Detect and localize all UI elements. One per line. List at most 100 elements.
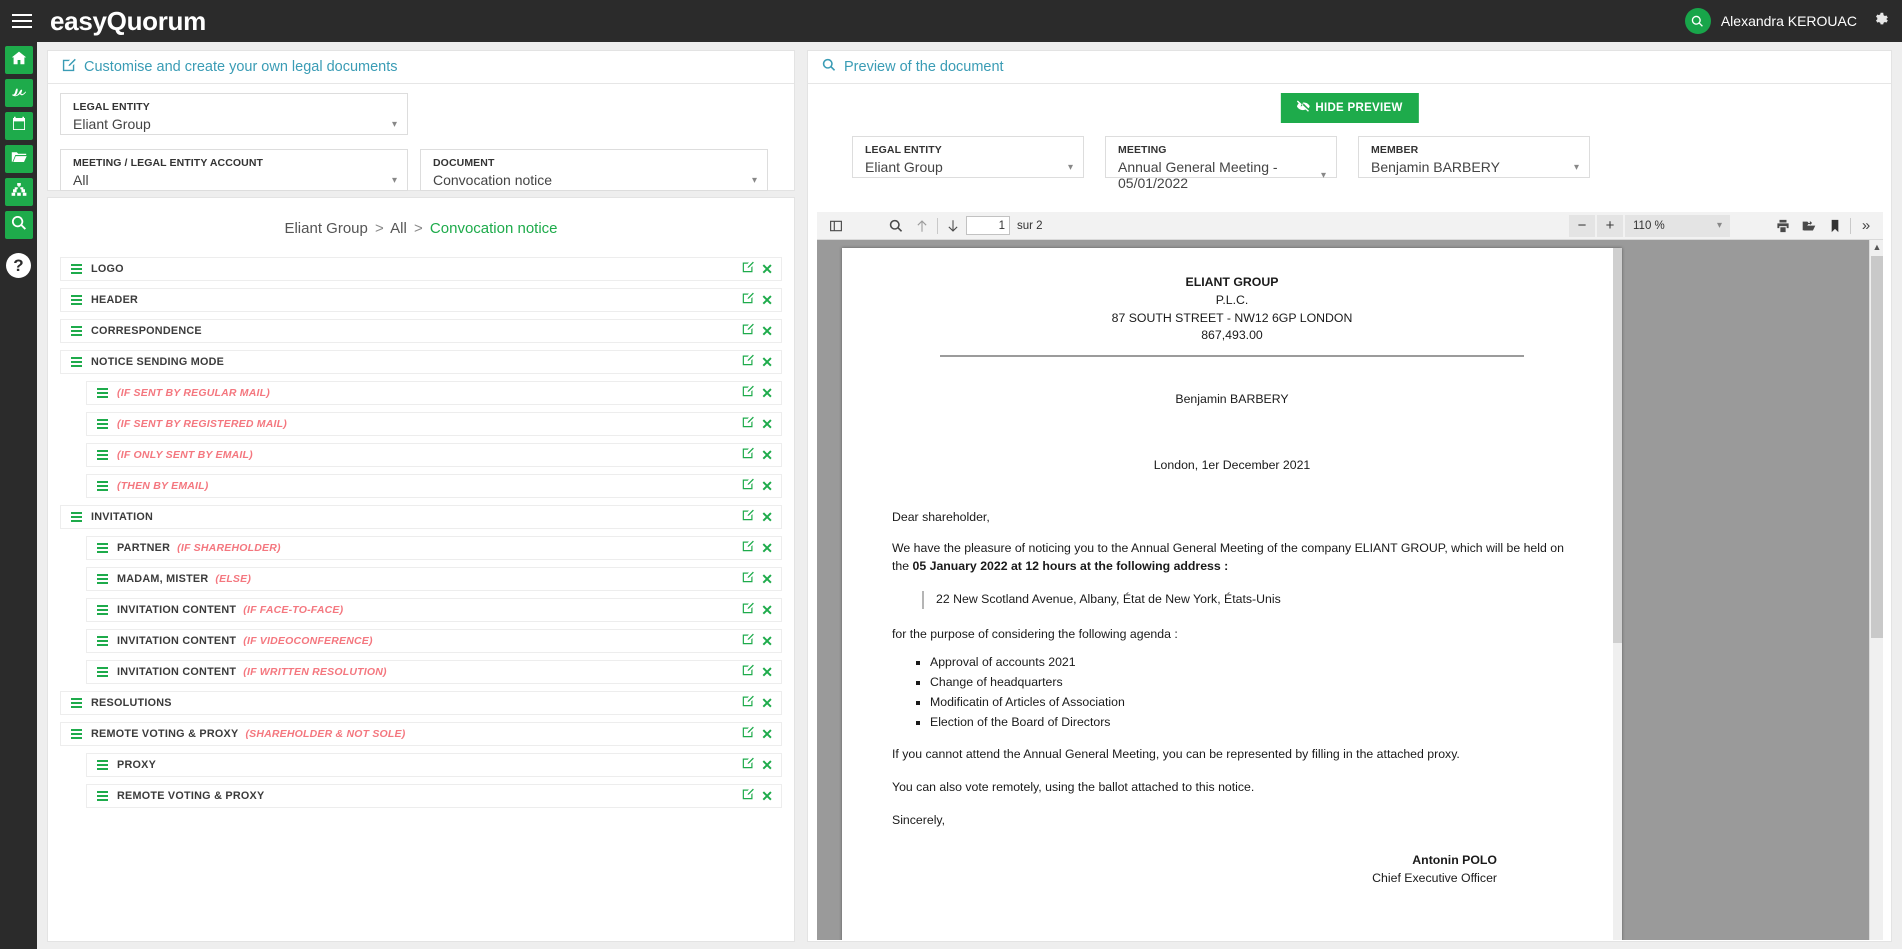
drag-handle-icon[interactable]	[97, 543, 108, 552]
drag-handle-icon[interactable]	[97, 450, 108, 459]
previous-page-icon[interactable]	[909, 214, 935, 238]
delete-icon[interactable]: ✕	[761, 572, 773, 586]
structure-row[interactable]: INVITATION CONTENT(IF VIDEOCONFERENCE)✕	[86, 629, 782, 653]
structure-row[interactable]: PROXY✕	[86, 753, 782, 777]
drag-handle-icon[interactable]	[97, 481, 108, 490]
drag-handle-icon[interactable]	[71, 295, 82, 304]
delete-icon[interactable]: ✕	[761, 262, 773, 276]
delete-icon[interactable]: ✕	[761, 293, 773, 307]
save-icon[interactable]	[1796, 214, 1822, 238]
delete-icon[interactable]: ✕	[761, 479, 773, 493]
pdf-vertical-scrollbar[interactable]: ▲	[1869, 240, 1883, 940]
edit-icon[interactable]	[742, 756, 754, 774]
document-select[interactable]: DOCUMENT Convocation notice ▾	[420, 149, 768, 191]
structure-row[interactable]: PARTNER(IF SHAREHOLDER)✕	[86, 536, 782, 560]
delete-icon[interactable]: ✕	[761, 541, 773, 555]
sidebar-item-signature[interactable]	[5, 79, 33, 107]
bookmark-icon[interactable]	[1822, 214, 1848, 238]
structure-row[interactable]: (IF SENT BY REGULAR MAIL)✕	[86, 381, 782, 405]
edit-icon[interactable]	[742, 508, 754, 526]
sidebar-toggle-icon[interactable]	[823, 214, 849, 238]
zoom-out-button[interactable]: −	[1569, 215, 1595, 237]
preview-legal-entity-select[interactable]: LEGAL ENTITY Eliant Group ▾	[852, 136, 1084, 178]
hamburger-icon[interactable]	[0, 0, 44, 42]
structure-row[interactable]: INVITATION CONTENT(IF FACE-TO-FACE)✕	[86, 598, 782, 622]
edit-icon[interactable]	[742, 694, 754, 712]
structure-row[interactable]: (THEN BY EMAIL)✕	[86, 474, 782, 498]
gear-icon[interactable]	[1873, 12, 1888, 31]
edit-icon[interactable]	[742, 446, 754, 464]
delete-icon[interactable]: ✕	[761, 789, 773, 803]
structure-row[interactable]: HEADER✕	[60, 288, 782, 312]
delete-icon[interactable]: ✕	[761, 448, 773, 462]
drag-handle-icon[interactable]	[71, 698, 82, 707]
edit-icon[interactable]	[742, 353, 754, 371]
drag-handle-icon[interactable]	[71, 326, 82, 335]
sidebar-item-home[interactable]	[5, 46, 33, 74]
structure-row[interactable]: NOTICE SENDING MODE✕	[60, 350, 782, 374]
sidebar-item-search[interactable]	[5, 211, 33, 239]
next-page-icon[interactable]	[940, 214, 966, 238]
edit-icon[interactable]	[742, 539, 754, 557]
delete-icon[interactable]: ✕	[761, 665, 773, 679]
structure-row[interactable]: REMOTE VOTING & PROXY✕	[86, 784, 782, 808]
page-number-input[interactable]	[966, 216, 1010, 235]
hide-preview-button[interactable]: HIDE PREVIEW	[1280, 93, 1418, 123]
edit-icon[interactable]	[742, 570, 754, 588]
structure-row[interactable]: RESOLUTIONS✕	[60, 691, 782, 715]
structure-row[interactable]: MADAM, MISTER(ELSE)✕	[86, 567, 782, 591]
delete-icon[interactable]: ✕	[761, 355, 773, 369]
delete-icon[interactable]: ✕	[761, 634, 773, 648]
delete-icon[interactable]: ✕	[761, 758, 773, 772]
edit-icon[interactable]	[742, 725, 754, 743]
drag-handle-icon[interactable]	[71, 264, 82, 273]
structure-row[interactable]: INVITATION CONTENT(IF WRITTEN RESOLUTION…	[86, 660, 782, 684]
drag-handle-icon[interactable]	[71, 512, 82, 521]
edit-icon[interactable]	[742, 787, 754, 805]
edit-icon[interactable]	[742, 415, 754, 433]
legal-entity-select[interactable]: LEGAL ENTITY Eliant Group ▾	[60, 93, 408, 135]
edit-icon[interactable]	[742, 322, 754, 340]
zoom-level-select[interactable]: 110 % ▾	[1625, 215, 1730, 237]
drag-handle-icon[interactable]	[97, 791, 108, 800]
sidebar-item-structure[interactable]	[5, 178, 33, 206]
find-icon[interactable]	[883, 214, 909, 238]
preview-member-select[interactable]: MEMBER Benjamin BARBERY ▾	[1358, 136, 1590, 178]
edit-icon[interactable]	[742, 601, 754, 619]
delete-icon[interactable]: ✕	[761, 386, 773, 400]
drag-handle-icon[interactable]	[97, 760, 108, 769]
drag-handle-icon[interactable]	[97, 419, 108, 428]
preview-meeting-select[interactable]: MEETING Annual General Meeting - 05/01/2…	[1105, 136, 1337, 178]
edit-icon[interactable]	[742, 632, 754, 650]
help-icon[interactable]: ?	[6, 253, 31, 278]
delete-icon[interactable]: ✕	[761, 727, 773, 741]
structure-row[interactable]: CORRESPONDENCE✕	[60, 319, 782, 343]
structure-row[interactable]: LOGO✕	[60, 257, 782, 281]
drag-handle-icon[interactable]	[97, 636, 108, 645]
edit-icon[interactable]	[742, 260, 754, 278]
edit-icon[interactable]	[742, 477, 754, 495]
meeting-account-select[interactable]: MEETING / LEGAL ENTITY ACCOUNT All ▾	[60, 149, 408, 191]
delete-icon[interactable]: ✕	[761, 603, 773, 617]
structure-row[interactable]: (IF SENT BY REGISTERED MAIL)✕	[86, 412, 782, 436]
edit-icon[interactable]	[742, 384, 754, 402]
sidebar-item-calendar[interactable]	[5, 112, 33, 140]
structure-row[interactable]: (IF ONLY SENT BY EMAIL)✕	[86, 443, 782, 467]
print-icon[interactable]	[1770, 214, 1796, 238]
drag-handle-icon[interactable]	[97, 605, 108, 614]
structure-row[interactable]: REMOTE VOTING & PROXY(SHAREHOLDER & NOT …	[60, 722, 782, 746]
page-inner-scrollbar[interactable]	[1613, 248, 1622, 940]
delete-icon[interactable]: ✕	[761, 324, 773, 338]
drag-handle-icon[interactable]	[71, 357, 82, 366]
scroll-up-icon[interactable]: ▲	[1870, 240, 1883, 254]
pdf-scroll-thumb[interactable]	[1871, 256, 1883, 638]
breadcrumb-account[interactable]: All	[390, 220, 407, 237]
drag-handle-icon[interactable]	[97, 388, 108, 397]
structure-row[interactable]: INVITATION✕	[60, 505, 782, 529]
drag-handle-icon[interactable]	[71, 729, 82, 738]
avatar[interactable]	[1685, 8, 1711, 34]
sidebar-item-documents[interactable]	[5, 145, 33, 173]
drag-handle-icon[interactable]	[97, 574, 108, 583]
delete-icon[interactable]: ✕	[761, 696, 773, 710]
zoom-in-button[interactable]: +	[1597, 215, 1623, 237]
